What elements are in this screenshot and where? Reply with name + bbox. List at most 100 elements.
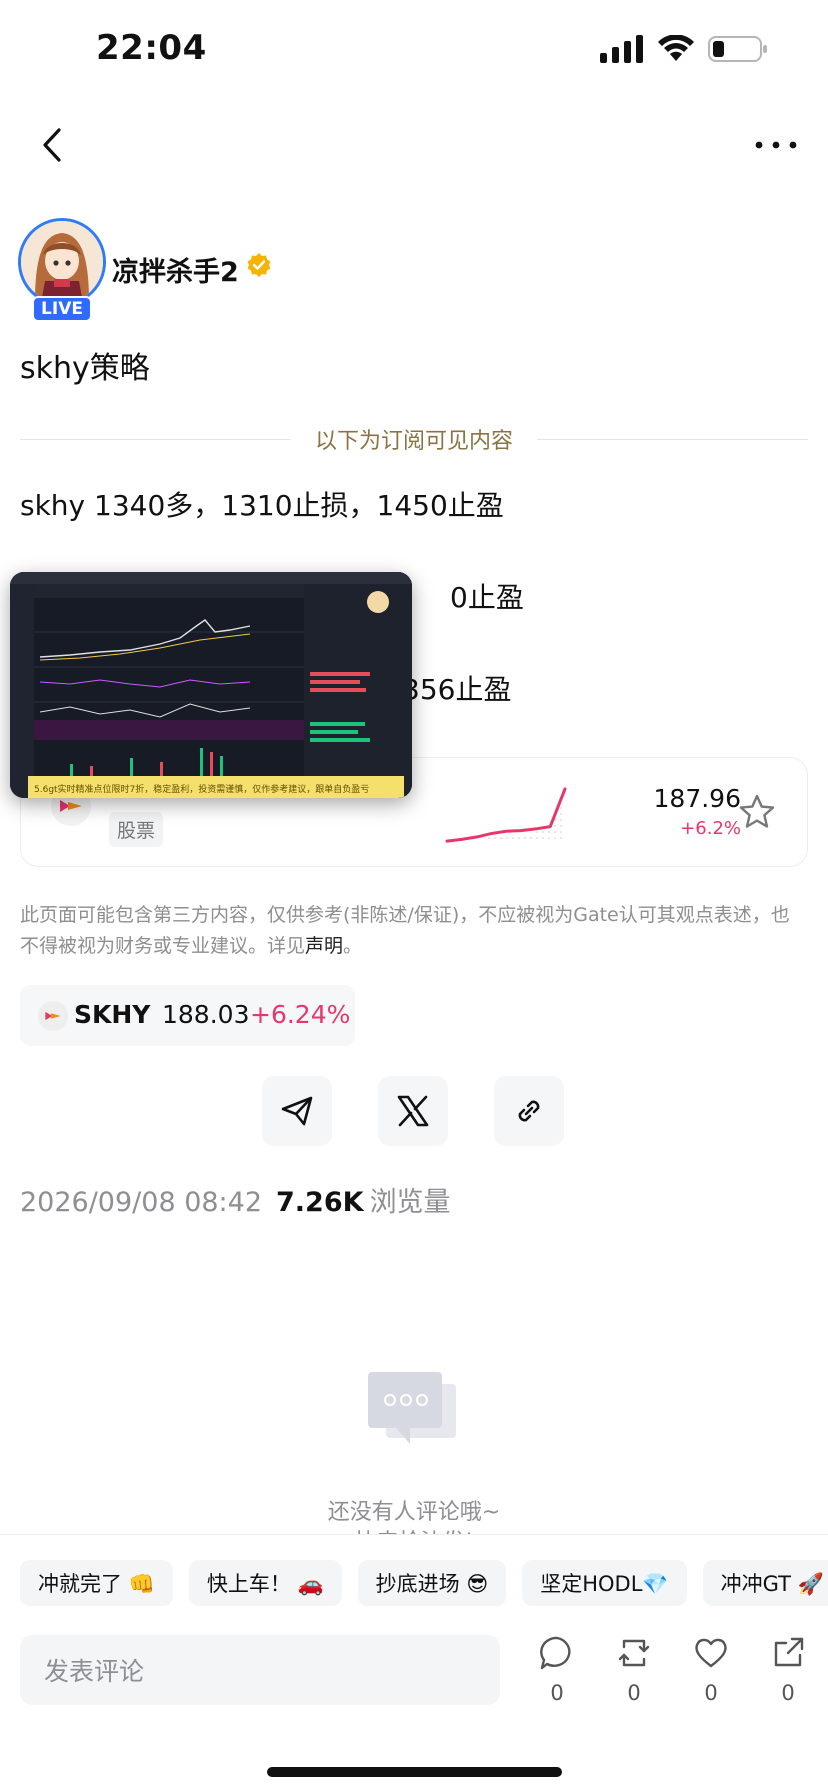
stock-card-price: 187.96 (653, 784, 741, 813)
x-logo-icon (397, 1095, 429, 1127)
subscriber-divider-label: 以下为订阅可见内容 (315, 429, 514, 454)
stock-sparkline (445, 787, 567, 843)
disclaimer-text: 此页面可能包含第三方内容，仅供参考(非陈述/保证)，不应被视为Gate认可其观点… (20, 904, 790, 957)
back-button[interactable] (30, 123, 74, 167)
more-button[interactable] (746, 123, 806, 167)
sparkline-fill-dot (554, 825, 556, 827)
copy-link-button[interactable] (494, 1076, 564, 1146)
disclaimer-end: 。 (343, 935, 363, 957)
sparkline-fill-dot (500, 837, 502, 839)
post-meta: 2026/09/08 08:42 7.26K 浏览量 (20, 1180, 451, 1219)
status-icons (600, 34, 768, 64)
chevron-left-icon (43, 128, 61, 162)
live-badge: LIVE (32, 296, 92, 322)
strategy-line-1: skhy 1340多，1310止损，1450止盈 (20, 489, 504, 522)
sparkline-fill-dot (512, 837, 514, 839)
empty-comments-icon (368, 1372, 456, 1444)
sparkline-fill-dot (542, 831, 544, 833)
author-row[interactable]: LIVE 凉拌杀手2 (12, 212, 612, 322)
paper-plane-icon (281, 1096, 313, 1126)
post-datetime: 2026/09/08 08:42 (20, 1187, 263, 1218)
sparkline-fill-dot (494, 837, 496, 839)
sparkline-fill-dot (542, 837, 544, 839)
disclaimer-link[interactable]: 声明 (305, 935, 343, 957)
sparkline-fill-dot (560, 825, 562, 827)
subscriber-divider: 以下为订阅可见内容 (20, 422, 809, 456)
avatar[interactable]: LIVE (12, 212, 112, 322)
share-x-button[interactable] (378, 1076, 448, 1146)
sparkline-fill-dot (560, 819, 562, 821)
video-promo-banner: 5.6gt实时精准点位限时7折，稳定盈利，投资需谨慎，仅作参考建议，跟单自负盈亏 (28, 776, 404, 798)
sparkline-fill-dot (548, 831, 550, 833)
like-action[interactable]: 0 (686, 1635, 736, 1705)
avatar-image (18, 218, 106, 306)
sparkline-fill-dot (554, 831, 556, 833)
strategy-line-3: 356止盈 (402, 673, 512, 706)
sparkline-line (445, 787, 567, 843)
post-title: skhy策略 (20, 351, 150, 386)
quick-reply-chip[interactable]: 快上车！ 🚗 (188, 1560, 342, 1606)
status-time: 22:04 (96, 28, 207, 68)
comment-count: 0 (550, 1681, 564, 1705)
sparkline-fill-dot (524, 837, 526, 839)
repost-count: 0 (627, 1681, 641, 1705)
like-count: 0 (704, 1681, 718, 1705)
share-count: 0 (781, 1681, 795, 1705)
heart-icon (695, 1638, 727, 1668)
view-count: 7.26K (276, 1187, 364, 1218)
share-telegram-button[interactable] (262, 1076, 332, 1146)
sparkline-fill-dot (518, 837, 520, 839)
strategy-line-2: 0止盈 (450, 581, 524, 614)
sparkline-fill-dot (506, 837, 508, 839)
repost-action[interactable]: 0 (609, 1635, 659, 1705)
quick-reply-row: 冲就完了 👊 快上车！ 🚗 抄底进场 😎 坚定HODL💎 冲冲GT 🚀 (20, 1560, 828, 1606)
sparkline-fill-dot (536, 831, 538, 833)
divider-line (537, 438, 809, 440)
quick-reply-chip[interactable]: 坚定HODL💎 (522, 1560, 687, 1606)
sparkline-fill-dot (530, 837, 532, 839)
sparkline-fill-dot (488, 837, 490, 839)
star-icon[interactable] (737, 792, 777, 832)
quick-reply-chip[interactable]: 抄底进场 😎 (357, 1560, 507, 1606)
empty-comments-text: 还没有人评论哦~ (327, 1500, 501, 1525)
home-indicator (267, 1767, 562, 1777)
quick-reply-chip[interactable]: 冲就完了 👊 (20, 1560, 173, 1606)
more-dots-icon (755, 141, 797, 149)
ticker-change: +6.24% (250, 1000, 351, 1029)
quick-reply-chip[interactable]: 冲冲GT 🚀 (702, 1560, 828, 1606)
ticker-price: 188.03 (162, 1000, 250, 1029)
author-name[interactable]: 凉拌杀手2 (112, 250, 239, 289)
nav-bar (0, 115, 828, 175)
battery-icon (708, 36, 767, 62)
ticker-symbol: SKHY (74, 1000, 151, 1029)
pip-video-overlay[interactable]: 5.6gt实时精准点位限时7折，稳定盈利，投资需谨慎，仅作参考建议，跟单自负盈亏 (10, 572, 412, 798)
stock-card-change: +6.2% (680, 818, 741, 839)
sparkline-fill-dot (560, 813, 562, 815)
verified-badge-icon (247, 253, 271, 277)
divider-line (20, 438, 291, 440)
disclaimer: 此页面可能包含第三方内容，仅供参考(非陈述/保证)，不应被视为Gate认可其观点… (20, 900, 808, 962)
sparkline-fill-dot (554, 837, 556, 839)
signal-icon (600, 35, 643, 63)
bottom-comment-panel: 冲就完了 👊 快上车！ 🚗 抄底进场 😎 坚定HODL💎 冲冲GT 🚀 发表评论… (0, 1534, 828, 1792)
ticker-chip[interactable]: SKHY 188.03 +6.24% (20, 985, 355, 1046)
comment-bubble-icon (540, 1636, 571, 1670)
stock-type-tag: 股票 (109, 812, 164, 847)
ticker-logo-icon (38, 1001, 68, 1031)
sparkline-fill-dot (560, 807, 562, 809)
sparkline-fill-dot (536, 837, 538, 839)
view-count-label: 浏览量 (369, 1187, 451, 1218)
comment-input[interactable]: 发表评论 (20, 1635, 500, 1705)
sparkline-fill-dot (560, 831, 562, 833)
comment-action[interactable]: 0 (532, 1635, 582, 1705)
share-arrow-icon (774, 1637, 804, 1667)
link-icon (518, 1100, 540, 1122)
sparkline-fill-dot (548, 837, 550, 839)
sparkline-fill-dot (560, 837, 562, 839)
trading-screen-preview (10, 572, 412, 798)
wifi-icon (658, 35, 694, 61)
empty-comments-subtext: 快来抢沙发! (0, 1524, 828, 1534)
share-action[interactable]: 0 (763, 1635, 813, 1705)
repost-icon (618, 1639, 650, 1667)
status-bar: 22:04 (0, 0, 828, 100)
